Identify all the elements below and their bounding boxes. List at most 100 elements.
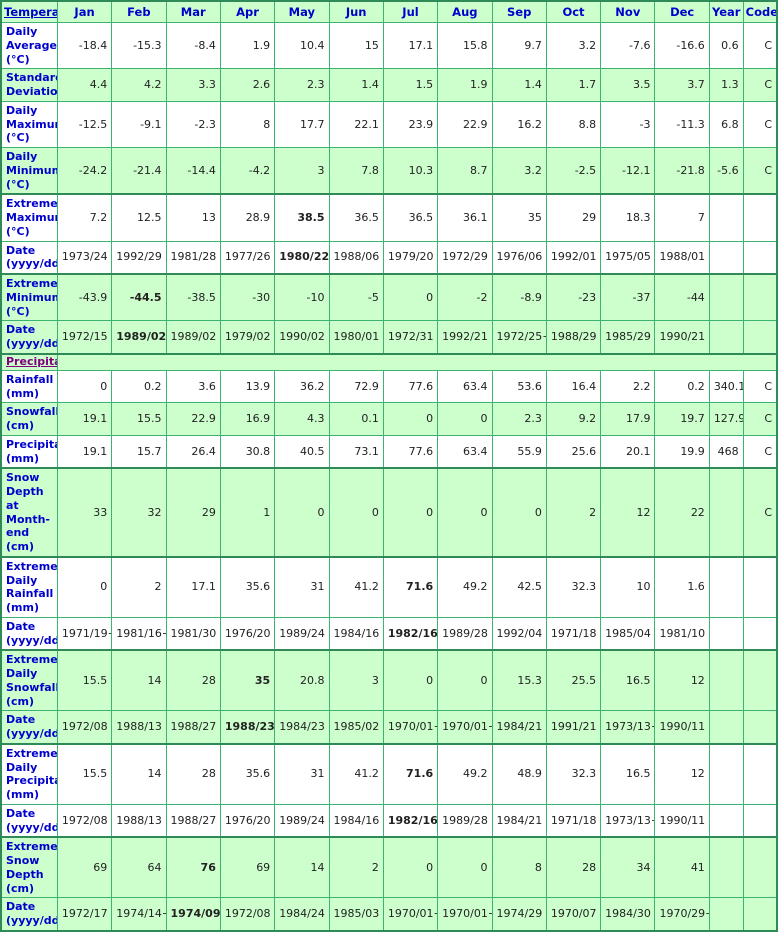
cell-apr: 1988/23	[219, 710, 276, 745]
cell-oct: 32.3	[545, 742, 602, 805]
table-row: Snowfall (cm) 19.1 15.5 22.9 16.9 4.3 0.1 0 0 2.3…	[0, 402, 778, 436]
column-header-aug: Aug	[437, 0, 493, 23]
column-header-feb: Feb	[111, 0, 167, 23]
cell-may: 1989/24	[274, 616, 330, 651]
cell-jun: 0.1	[328, 402, 384, 436]
cell-feb: -9.1	[111, 100, 167, 149]
cell-may: 0	[274, 467, 330, 558]
cell-year: 0.6	[708, 21, 744, 70]
cell-aug: 8.7	[437, 147, 493, 195]
cell-aug: 49.2	[437, 742, 493, 805]
cell-jun: 36.5	[328, 193, 384, 242]
cell-feb: 2	[111, 555, 167, 618]
row-label: Date (yyyy/dd)	[0, 803, 58, 838]
cell-feb: -44.5	[111, 273, 167, 322]
cell-aug: -2	[437, 273, 493, 322]
column-header-oct: Oct	[545, 0, 602, 23]
cell-oct: 2	[545, 467, 602, 558]
cell-code: C	[742, 467, 778, 558]
cell-year: -5.6	[708, 147, 744, 195]
cell-jun: 2	[328, 836, 384, 899]
cell-jan: 1973/24	[56, 240, 113, 275]
cell-sep: 35	[491, 193, 547, 242]
cell-oct: 1971/18	[545, 803, 602, 838]
cell-oct: 25.5	[545, 649, 602, 712]
cell-mar: -14.4	[165, 147, 221, 195]
cell-jan: 7.2	[56, 193, 113, 242]
cell-nov: 1985/04	[600, 616, 656, 651]
cell-code	[742, 836, 778, 899]
row-label: Date (yyyy/dd)	[0, 897, 58, 932]
cell-apr: -4.2	[219, 147, 276, 195]
cell-feb: 15.5	[111, 402, 167, 436]
cell-oct: 25.6	[545, 434, 602, 469]
cell-year: 6.8	[708, 100, 744, 149]
cell-dec: 1970/29+	[654, 897, 710, 932]
column-header-jan: Jan	[56, 0, 113, 23]
cell-dec: 12	[654, 742, 710, 805]
column-header-sep: Sep	[491, 0, 547, 23]
cell-feb: 1988/13	[111, 803, 167, 838]
column-header-code: Code	[742, 0, 778, 23]
cell-apr: 8	[219, 100, 276, 149]
section-row-precipitation: Precipitation:	[0, 352, 778, 371]
cell-year	[708, 467, 744, 558]
row-label: Daily Maximum (°C)	[0, 100, 58, 149]
table-row: Extreme Daily Precipitation (mm)15.51428…	[0, 742, 778, 805]
cell-apr: 35	[219, 649, 276, 712]
cell-oct: 1.7	[545, 68, 602, 102]
cell-jul: 10.3	[382, 147, 439, 195]
cell-mar: 28	[165, 742, 221, 805]
cell-jan: 15.5	[56, 649, 113, 712]
cell-jul: 77.6	[382, 434, 439, 469]
cell-mar: 1988/27	[165, 710, 221, 745]
table-row: Rainfall (mm) 0 0.2 3.6 13.9 36.2 72.9 77.6 63.4…	[0, 369, 778, 404]
cell-dec: -44	[654, 273, 710, 322]
cell-jun: 22.1	[328, 100, 384, 149]
column-header-dec: Dec	[654, 0, 710, 23]
cell-nov: -7.6	[600, 21, 656, 70]
cell-jul: 1972/31	[382, 320, 439, 355]
cell-mar: 3.6	[165, 369, 221, 404]
cell-feb: 15.7	[111, 434, 167, 469]
cell-sep: 55.9	[491, 434, 547, 469]
cell-code	[742, 193, 778, 242]
table-row: Date (yyyy/dd)1973/241992/291981/281977/…	[0, 240, 778, 275]
cell-sep: 1984/21	[491, 710, 547, 745]
cell-dec: 12	[654, 649, 710, 712]
cell-feb: 1988/13	[111, 710, 167, 745]
cell-apr: 16.9	[219, 402, 276, 436]
table-body: Temperature:JanFebMarAprMayJunJulAugSepO…	[0, 0, 778, 932]
cell-nov: 12	[600, 467, 656, 558]
cell-code: C	[742, 402, 778, 436]
cell-feb: -15.3	[111, 21, 167, 70]
cell-apr: 30.8	[219, 434, 276, 469]
cell-nov: -37	[600, 273, 656, 322]
cell-apr: 1	[219, 467, 276, 558]
row-label: Extreme Daily Snowfall (cm)	[0, 649, 58, 712]
column-header-mar: Mar	[165, 0, 221, 23]
cell-may: 10.4	[274, 21, 330, 70]
cell-mar: 28	[165, 649, 221, 712]
cell-nov: 16.5	[600, 649, 656, 712]
cell-year: 468	[708, 434, 744, 469]
section-spacer	[56, 352, 778, 371]
cell-nov: 20.1	[600, 434, 656, 469]
cell-dec: 1990/11	[654, 710, 710, 745]
cell-feb: 64	[111, 836, 167, 899]
table-row: Snow Depth at Month-end (cm) 33 32 29 1 0 0 0 0 0…	[0, 467, 778, 558]
cell-may: 36.2	[274, 369, 330, 404]
cell-nov: 16.5	[600, 742, 656, 805]
cell-apr: 1976/20	[219, 616, 276, 651]
cell-jun: 15	[328, 21, 384, 70]
cell-mar: -38.5	[165, 273, 221, 322]
cell-feb: 14	[111, 649, 167, 712]
cell-jul: 71.6	[382, 742, 439, 805]
cell-feb: 1992/29	[111, 240, 167, 275]
cell-sep: 3.2	[491, 147, 547, 195]
cell-aug: 49.2	[437, 555, 493, 618]
cell-aug: 1.9	[437, 68, 493, 102]
cell-apr: -30	[219, 273, 276, 322]
cell-jul: 0	[382, 649, 439, 712]
cell-dec: -16.6	[654, 21, 710, 70]
